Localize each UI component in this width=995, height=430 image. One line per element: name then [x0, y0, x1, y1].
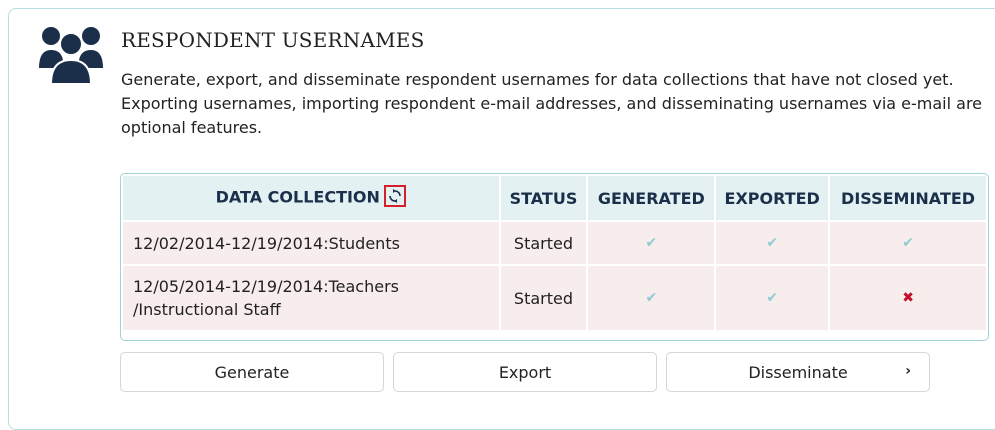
- refresh-icon: [389, 189, 401, 203]
- section-title: RESPONDENT USERNAMES: [121, 28, 425, 52]
- generated-check-icon: ✔: [645, 290, 658, 306]
- section-description: Generate, export, and disseminate respon…: [121, 70, 983, 137]
- export-button-label: Export: [498, 362, 552, 382]
- header-disseminated: DISSEMINATED: [830, 176, 986, 220]
- row-collection-name: 12/05/2014-12/19/2014:Teachers /Instruct…: [123, 266, 499, 330]
- table-row: 12/02/2014-12/19/2014:Students Started ✔…: [123, 222, 986, 264]
- disseminate-button[interactable]: Disseminate ›: [666, 352, 930, 392]
- row-collection-name: 12/02/2014-12/19/2014:Students: [123, 222, 499, 264]
- row-collection-name-line2: /Instructional Staff: [133, 300, 281, 319]
- header-status: STATUS: [500, 176, 587, 220]
- exported-check-icon: ✔: [766, 290, 779, 306]
- table-row: 12/05/2014-12/19/2014:Teachers /Instruct…: [123, 266, 986, 330]
- header-data-collection: DATA COLLECTION: [123, 176, 499, 220]
- people-group-icon: [39, 27, 103, 84]
- refresh-button[interactable]: [383, 185, 406, 207]
- export-button[interactable]: Export: [393, 352, 657, 392]
- generate-button[interactable]: Generate: [120, 352, 384, 392]
- table-header-row: DATA COLLECTION STATUS GENERATED EXPORTE…: [123, 176, 986, 220]
- exported-check-icon: ✔: [766, 235, 779, 251]
- data-collection-table: DATA COLLECTION STATUS GENERATED EXPORTE…: [120, 173, 989, 341]
- row-collection-name-line1: 12/05/2014-12/19/2014:Teachers: [133, 277, 399, 296]
- generated-check-icon: ✔: [645, 235, 658, 251]
- header-data-collection-label: DATA COLLECTION: [215, 187, 380, 207]
- generate-button-label: Generate: [214, 362, 290, 382]
- disseminate-button-label: Disseminate: [748, 362, 848, 382]
- header-generated: GENERATED: [588, 176, 715, 220]
- disseminated-check-icon: ✔: [902, 235, 914, 251]
- header-exported: EXPORTED: [716, 176, 829, 220]
- row-status: Started: [500, 266, 587, 330]
- chevron-right-icon: ›: [905, 363, 911, 379]
- row-status: Started: [500, 222, 587, 264]
- disseminated-cross-icon: ✖: [902, 290, 914, 306]
